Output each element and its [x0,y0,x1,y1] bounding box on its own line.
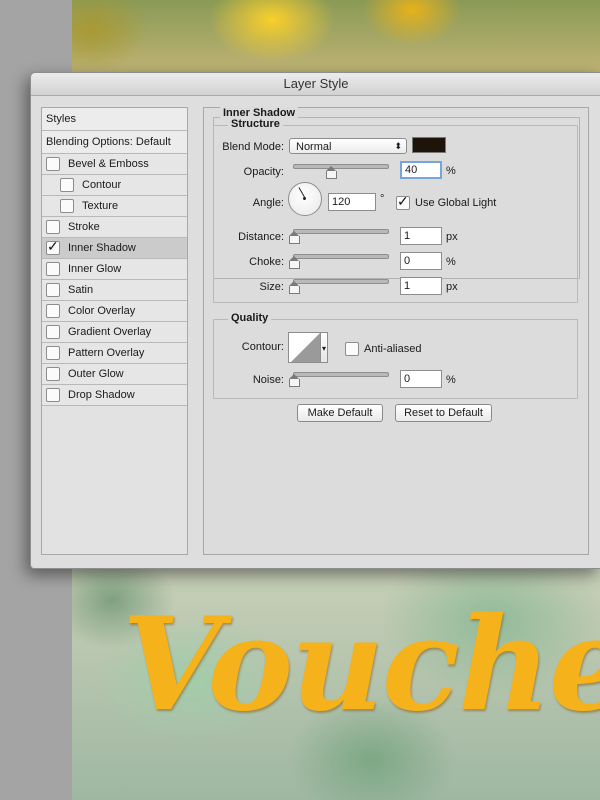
noise-field[interactable]: 0 [400,370,442,388]
blending-options-item[interactable]: Blending Options: Default [42,131,187,154]
size-label: Size: [259,281,284,293]
style-item-inner-shadow[interactable]: Inner Shadow [42,238,187,259]
style-item-checkbox[interactable] [46,304,60,318]
quality-group [213,319,578,399]
size-field[interactable]: 1 [400,277,442,295]
style-item-checkbox[interactable] [60,178,74,192]
style-item-checkbox[interactable] [46,388,60,402]
anti-aliased-toggle[interactable]: Anti-aliased [345,342,421,356]
styles-header[interactable]: Styles [42,108,187,131]
style-item-gradient-overlay[interactable]: Gradient Overlay [42,322,187,343]
style-item-inner-glow[interactable]: Inner Glow [42,259,187,280]
angle-field[interactable]: 120 [328,193,376,211]
style-item-label: Inner Shadow [68,242,136,254]
style-item-label: Satin [68,284,94,296]
contour-preview[interactable] [288,332,321,363]
size-slider[interactable] [293,279,389,284]
style-item-bevel-emboss[interactable]: Bevel & Emboss [42,154,187,175]
shadow-color-swatch[interactable] [412,137,446,153]
make-default-button[interactable]: Make Default [297,404,383,422]
opacity-unit: % [446,165,456,177]
noise-slider[interactable] [293,372,389,377]
style-item-label: Drop Shadow [68,389,135,401]
style-item-label: Color Overlay [68,305,136,317]
angle-dial[interactable] [288,182,322,216]
style-item-checkbox[interactable] [46,283,60,297]
opacity-slider[interactable] [293,164,389,169]
distance-slider[interactable] [293,229,389,234]
style-item-color-overlay[interactable]: Color Overlay [42,301,187,322]
style-item-checkbox[interactable] [46,346,60,360]
style-item-contour[interactable]: Contour [42,175,187,196]
anti-aliased-checkbox[interactable] [345,342,359,356]
style-item-stroke[interactable]: Stroke [42,217,187,238]
style-item-drop-shadow[interactable]: Drop Shadow [42,385,187,406]
choke-slider[interactable] [293,254,389,259]
blend-mode-select[interactable]: Normal ⬍ [289,138,407,154]
style-item-checkbox[interactable] [46,325,60,339]
options-panel: Inner Shadow Structure Blend Mode: Norma… [203,107,589,555]
global-light-checkbox[interactable] [396,193,410,210]
choke-label: Choke: [249,256,284,268]
style-item-checkbox[interactable] [46,220,60,234]
style-item-label: Stroke [68,221,100,233]
style-item-checkbox[interactable] [46,157,60,171]
dialog-title: Layer Style [31,73,600,96]
styles-list: Styles Blending Options: Default Bevel &… [41,107,188,555]
style-item-label: Bevel & Emboss [68,158,149,170]
distance-unit: px [446,231,458,243]
choke-field[interactable]: 0 [400,252,442,270]
contour-curve-icon [291,333,320,362]
size-unit: px [446,281,458,293]
style-item-checkbox[interactable] [46,238,60,255]
style-item-checkbox[interactable] [60,199,74,213]
blend-mode-value: Normal [296,141,332,153]
style-item-label: Inner Glow [68,263,122,275]
anti-aliased-label: Anti-aliased [364,343,422,355]
style-item-label: Gradient Overlay [68,326,152,338]
layer-style-dialog: Layer Style Styles Blending Options: Def… [30,72,600,569]
style-item-label: Texture [82,200,119,212]
style-item-pattern-overlay[interactable]: Pattern Overlay [42,343,187,364]
style-item-outer-glow[interactable]: Outer Glow [42,364,187,385]
distance-label: Distance: [238,231,284,243]
choke-unit: % [446,256,456,268]
style-item-label: Contour [82,179,122,191]
blend-mode-label: Blend Mode: [222,141,284,153]
angle-unit: ° [380,193,385,205]
style-item-satin[interactable]: Satin [42,280,187,301]
noise-label: Noise: [252,374,284,386]
global-light-toggle[interactable]: Use Global Light [396,193,497,210]
opacity-field[interactable]: 40 [400,161,442,179]
structure-title: Structure [228,118,283,130]
reset-to-default-button[interactable]: Reset to Default [395,404,492,422]
angle-center-dot [303,197,306,200]
angle-label: Angle: [252,197,284,209]
contour-label: Contour: [241,341,284,353]
style-item-texture[interactable]: Texture [42,196,187,217]
quality-title: Quality [228,312,272,324]
style-item-label: Pattern Overlay [68,347,145,359]
noise-unit: % [446,374,456,386]
style-item-label: Outer Glow [68,368,124,380]
global-light-label: Use Global Light [415,197,497,209]
style-item-checkbox[interactable] [46,367,60,381]
opacity-label: Opacity: [243,166,284,178]
voucher-text: Voucher [122,590,600,740]
contour-dropdown-arrow[interactable]: ▾ [321,332,328,363]
style-item-checkbox[interactable] [46,262,60,276]
distance-field[interactable]: 1 [400,227,442,245]
select-arrows-icon: ⬍ [394,141,402,151]
